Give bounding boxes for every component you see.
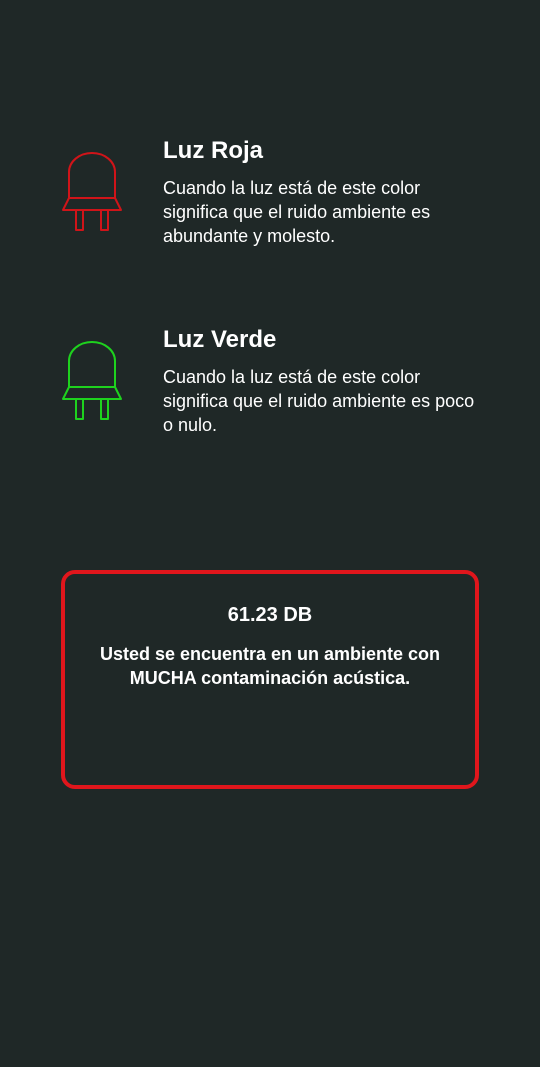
red-light-title: Luz Roja: [163, 137, 263, 164]
app-screen: Luz Roja Cuando la luz está de este colo…: [0, 0, 540, 1067]
decibel-reading: 61.23 DB: [227, 604, 313, 626]
green-led-icon: [62, 341, 122, 420]
noise-status-message: Usted se encuentra en un ambiente con MU…: [99, 644, 441, 688]
green-light-title: Luz Verde: [163, 326, 277, 353]
red-led-icon: [62, 152, 122, 231]
red-light-description: Cuando la luz está de este color signifi…: [163, 178, 431, 246]
noise-status-card: 61.23 DB Usted se encuentra en un ambien…: [61, 570, 479, 789]
green-light-description: Cuando la luz está de este color signifi…: [163, 367, 475, 435]
